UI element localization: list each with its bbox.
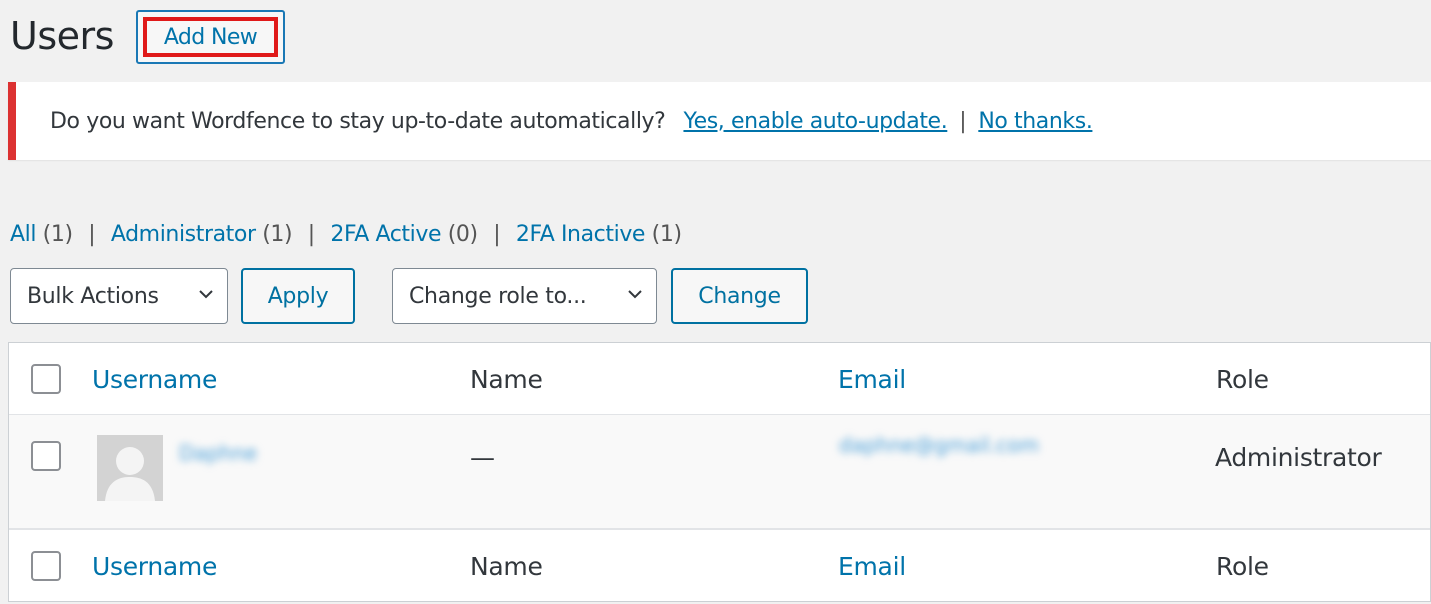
view-2fa-active-link[interactable]: 2FA Active (330, 222, 441, 247)
view-administrator-count: (1) (262, 222, 293, 247)
add-new-highlight-box: Add New (143, 17, 278, 57)
user-role-views: All (1) | Administrator (1) | 2FA Active… (10, 222, 682, 247)
role-value: Administrator (1215, 443, 1382, 472)
avatar (97, 435, 163, 501)
name-column-header: Name (470, 365, 543, 394)
enable-auto-update-link[interactable]: Yes, enable auto-update. (683, 109, 947, 134)
view-all-count: (1) (42, 222, 73, 247)
view-2fa-active-count: (0) (447, 222, 478, 247)
email-link[interactable]: daphne@gmail.com (839, 433, 1039, 457)
table-footer-row: Username Name Email Role (9, 529, 1430, 601)
change-role-select[interactable]: Change role to... (392, 268, 657, 324)
users-table: Username Name Email Role Daphne — daphne… (8, 342, 1431, 602)
change-role-label: Change role to... (409, 283, 587, 309)
notice-separator: | (959, 108, 967, 134)
email-column-footer[interactable]: Email (838, 552, 906, 581)
views-separator: | (493, 222, 501, 247)
view-2fa-inactive-link[interactable]: 2FA Inactive (516, 222, 646, 247)
row-checkbox[interactable] (31, 441, 61, 471)
select-all-checkbox[interactable] (31, 364, 61, 394)
bulk-actions-label: Bulk Actions (27, 283, 159, 309)
role-column-header: Role (1216, 365, 1269, 394)
view-all-link[interactable]: All (10, 222, 36, 247)
apply-button[interactable]: Apply (241, 268, 355, 324)
role-column-footer: Role (1216, 552, 1269, 581)
no-thanks-link[interactable]: No thanks. (978, 109, 1093, 134)
chevron-down-icon (628, 290, 642, 299)
table-row: Daphne — daphne@gmail.com Administrator (9, 415, 1430, 529)
username-column-header[interactable]: Username (92, 365, 217, 394)
username-link[interactable]: Daphne (179, 441, 257, 465)
notice-message: Do you want Wordfence to stay up-to-date… (50, 108, 666, 134)
bulk-actions-select[interactable]: Bulk Actions (10, 268, 228, 324)
user-silhouette-icon (97, 435, 163, 501)
chevron-down-icon (199, 290, 213, 299)
username-column-footer[interactable]: Username (92, 552, 217, 581)
page-title: Users (10, 14, 114, 58)
add-new-button[interactable]: Add New (136, 10, 285, 64)
name-value: — (470, 443, 495, 472)
email-column-header[interactable]: Email (838, 365, 906, 394)
select-all-checkbox-footer[interactable] (31, 551, 61, 581)
change-role-button[interactable]: Change (671, 268, 808, 324)
name-column-footer: Name (470, 552, 543, 581)
table-header-row: Username Name Email Role (9, 343, 1430, 415)
views-separator: | (307, 222, 315, 247)
wordfence-notice: Do you want Wordfence to stay up-to-date… (8, 82, 1431, 160)
view-2fa-inactive-count: (1) (651, 222, 682, 247)
view-administrator-link[interactable]: Administrator (111, 222, 256, 247)
views-separator: | (88, 222, 96, 247)
add-new-label[interactable]: Add New (164, 25, 258, 50)
